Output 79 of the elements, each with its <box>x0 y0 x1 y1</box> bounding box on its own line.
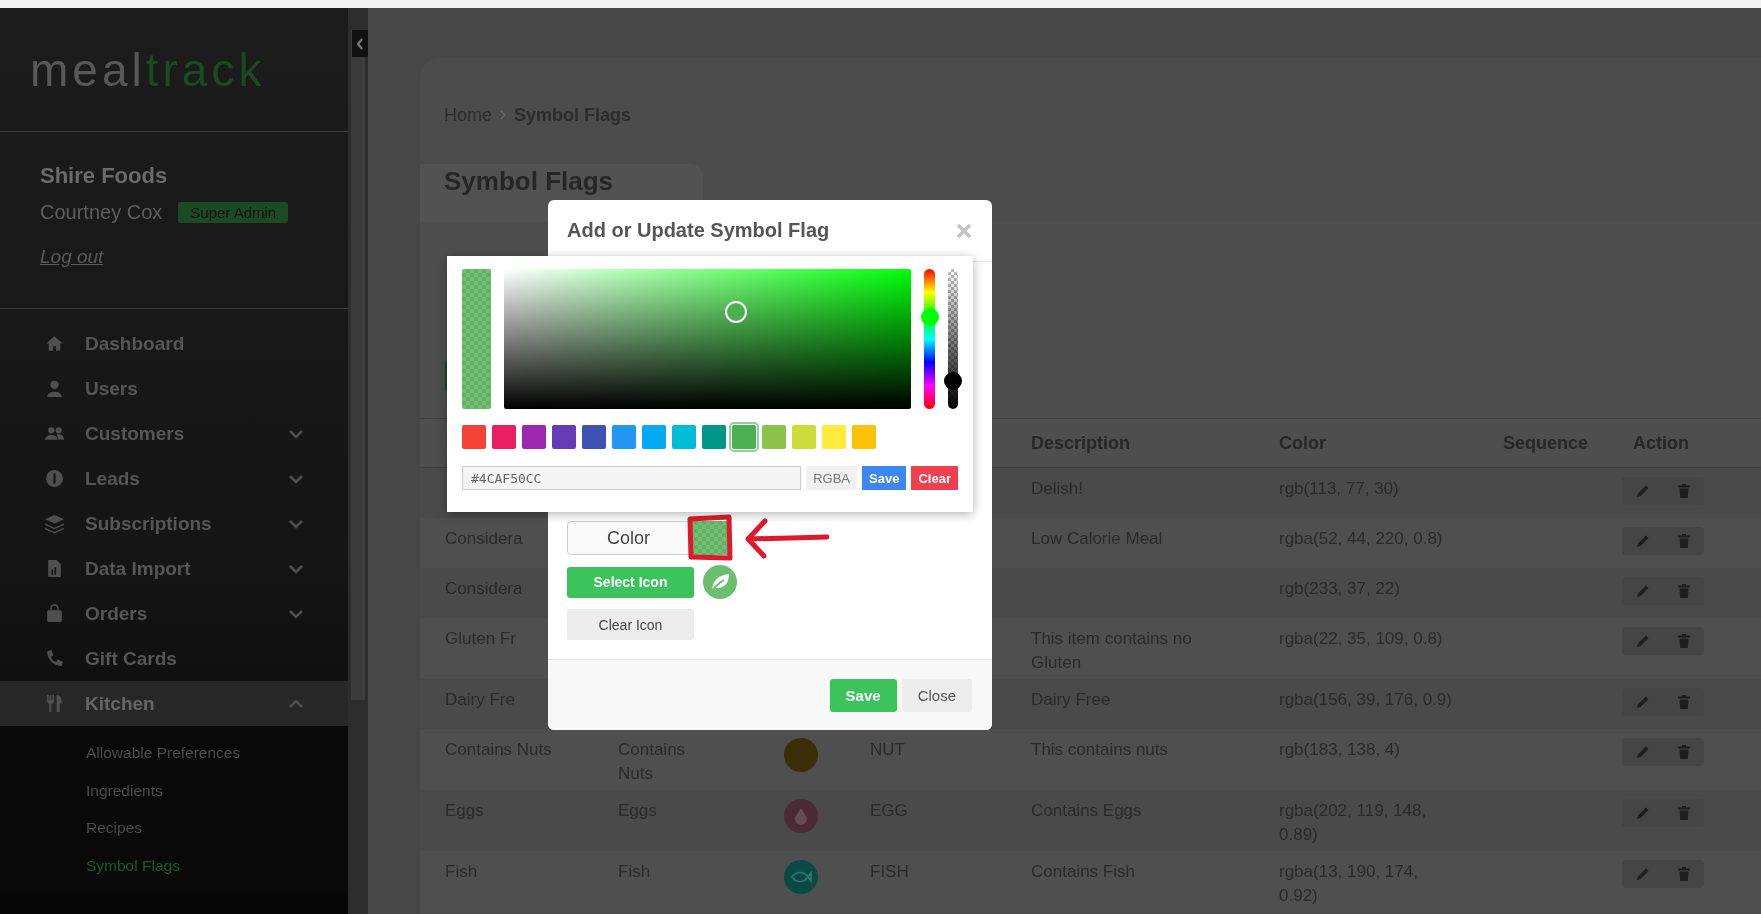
highlight-marker <box>686 514 734 562</box>
trash-icon[interactable] <box>1675 483 1692 499</box>
color-swatch[interactable] <box>462 425 486 449</box>
hex-input[interactable]: #4CAF50CC <box>462 466 802 490</box>
chevron-left-icon <box>355 36 365 51</box>
nav-item[interactable]: Customers <box>0 411 348 456</box>
close-button[interactable]: Close <box>901 678 972 712</box>
color-swatch[interactable] <box>792 425 816 449</box>
clear-button[interactable]: Clear <box>911 466 958 490</box>
color-swatch[interactable] <box>612 425 636 449</box>
submenu-item[interactable]: Allowable Preferences <box>0 734 348 772</box>
company-name: Shire Foods <box>40 163 169 189</box>
format-toggle[interactable]: RGBA <box>806 466 858 490</box>
leaf-icon <box>703 565 737 599</box>
trash-icon[interactable] <box>1675 805 1692 821</box>
chevron-icon <box>500 110 506 120</box>
edit-icon[interactable] <box>1634 805 1651 821</box>
nav-item[interactable]: Dashboard <box>0 321 348 366</box>
color-swatch[interactable] <box>852 425 876 449</box>
color-swatch[interactable] <box>552 425 576 449</box>
nav-item[interactable]: Orders <box>0 591 348 636</box>
color-swatch[interactable] <box>522 425 546 449</box>
edit-icon[interactable] <box>1634 633 1651 649</box>
chevron-icon <box>288 427 304 440</box>
chevron-icon <box>288 562 304 575</box>
color-swatch[interactable] <box>642 425 666 449</box>
nav-item[interactable]: Users <box>0 366 348 411</box>
save-button[interactable]: Save <box>862 466 907 490</box>
color-swatch[interactable] <box>762 425 786 449</box>
clear-icon-button[interactable]: Clear Icon <box>567 609 694 640</box>
home-icon <box>44 333 65 354</box>
trash-icon[interactable] <box>1675 744 1692 760</box>
scrollbar[interactable] <box>348 8 368 914</box>
modal-title: Add or Update Symbol Flag <box>567 219 831 242</box>
color-swatch[interactable] <box>492 425 516 449</box>
chevron-icon <box>288 472 304 485</box>
color-swatch[interactable] <box>822 425 846 449</box>
bag-icon <box>44 603 65 624</box>
nav-item[interactable]: Leads <box>0 456 348 501</box>
saturation-area[interactable] <box>504 269 911 409</box>
nav-item[interactable]: Data Import <box>0 546 348 591</box>
nav-item[interactable]: Subscriptions <box>0 501 348 546</box>
edit-icon[interactable] <box>1634 694 1651 710</box>
trash-icon[interactable] <box>1675 533 1692 549</box>
trash-icon[interactable] <box>1675 694 1692 710</box>
layers-icon <box>44 513 65 534</box>
trash-icon[interactable] <box>1675 583 1692 599</box>
trash-icon[interactable] <box>1675 866 1692 882</box>
logout-link[interactable]: Log out <box>40 246 104 268</box>
phone-icon <box>44 648 65 669</box>
chevron-icon <box>288 607 304 620</box>
edit-icon[interactable] <box>1634 533 1651 549</box>
user-name: Courtney Cox <box>40 201 163 224</box>
edit-icon[interactable] <box>1634 583 1651 599</box>
drop-icon <box>794 807 808 825</box>
user-icon <box>44 378 65 399</box>
save-button[interactable]: Save <box>829 678 897 712</box>
submenu-item[interactable]: Ingredients <box>0 771 348 809</box>
trash-icon[interactable] <box>1675 633 1692 649</box>
edit-icon[interactable] <box>1634 744 1651 760</box>
color-swatch[interactable] <box>582 425 606 449</box>
close-icon[interactable] <box>955 221 973 240</box>
submenu-item[interactable]: Symbol Flags <box>0 846 348 884</box>
color-swatch[interactable] <box>702 425 726 449</box>
nav-item[interactable]: Kitchen <box>0 681 348 726</box>
edit-icon[interactable] <box>1634 483 1651 499</box>
role-badge: Super Admin <box>178 202 289 223</box>
color-swatch[interactable] <box>672 425 696 449</box>
chevron-icon <box>288 697 304 710</box>
collapse-button[interactable] <box>352 30 368 57</box>
color-label: Color <box>567 521 690 555</box>
submenu-item[interactable]: Recipes <box>0 809 348 847</box>
select-icon-button[interactable]: Select Icon <box>567 566 694 598</box>
color-swatch[interactable] <box>732 425 756 449</box>
edit-icon[interactable] <box>1634 866 1651 882</box>
fish-icon <box>790 870 812 884</box>
nav-item[interactable]: Gift Cards <box>0 636 348 681</box>
utensils-icon <box>44 693 65 714</box>
chevron-icon <box>288 517 304 530</box>
